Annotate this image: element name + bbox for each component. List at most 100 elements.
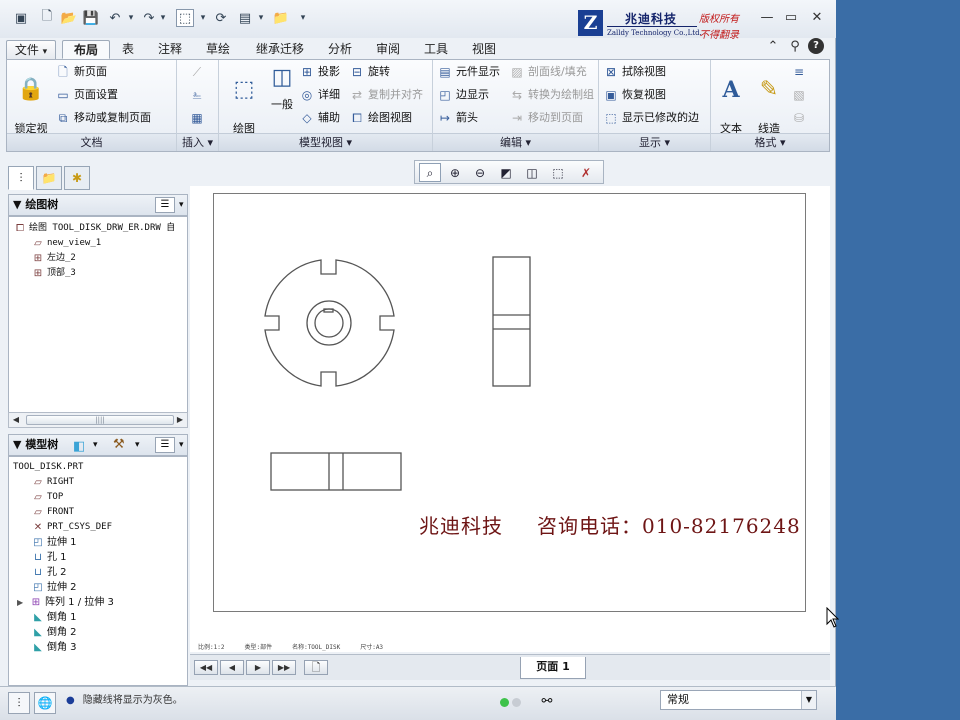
select-dropdown-icon[interactable]: ▾ — [200, 9, 206, 27]
repaint-icon[interactable]: ◩ — [495, 163, 517, 182]
close-icon[interactable]: ✕ — [808, 9, 826, 27]
insert-line-button[interactable]: ⟋ — [189, 62, 208, 82]
display-style-icon[interactable]: ◫ — [521, 163, 543, 182]
drawing-tree-scrollbar[interactable]: ◀ |||| ▶ — [8, 412, 188, 428]
minimize-icon[interactable]: — — [758, 9, 776, 27]
tree-item[interactable]: ◣ 倒角 1 — [31, 610, 76, 625]
group-insert-label[interactable]: 插入 ▾ — [177, 133, 218, 151]
tools-dropdown-icon[interactable]: ▾ — [135, 435, 140, 455]
tree-item[interactable]: ▱ TOP — [31, 490, 63, 505]
tree-item[interactable]: ▱ FRONT — [31, 505, 74, 520]
tab-sketch[interactable]: 草绘 — [196, 40, 240, 59]
general-view-button[interactable]: ◫ 一般 — [263, 62, 301, 111]
tab-review[interactable]: 审阅 — [366, 40, 410, 59]
toggle-navigator-icon[interactable]: ⫶ — [8, 692, 30, 714]
tree-tab-icon[interactable]: ⫶ — [8, 166, 34, 190]
scroll-thumb[interactable]: |||| — [26, 415, 174, 425]
left-view[interactable] — [492, 256, 531, 387]
symbol-button[interactable]: ⛁ — [791, 108, 810, 128]
regenerate-icon[interactable]: ⟳ — [212, 9, 230, 27]
redo-dropdown-icon[interactable]: ▾ — [160, 9, 166, 27]
select-box-icon[interactable]: ⬚ — [176, 9, 194, 27]
auxiliary-view-button[interactable]: ◇ 辅助 — [299, 108, 340, 128]
page-tab[interactable]: 页面 1 — [520, 657, 586, 679]
copy-align-button[interactable]: ⇄ 复制并对齐 — [349, 85, 423, 105]
group-edit-label[interactable]: 编辑 ▾ — [433, 133, 598, 151]
group-display-label[interactable]: 显示 ▾ — [599, 133, 710, 151]
tree-item[interactable]: ▶ ⊞ 阵列 1 / 拉伸 3 — [17, 595, 114, 610]
tree-item[interactable]: ▱ new_view_1 — [31, 236, 101, 251]
tree-settings-icon[interactable]: ☰ — [155, 197, 175, 213]
graphics-area[interactable]: 兆迪科技 咨询电话：010-82176248 比例:1:2 类型:部件 名称:TOOL… — [190, 186, 840, 652]
save-icon[interactable]: 💾 — [82, 9, 100, 27]
scroll-left-icon[interactable]: ◀ — [9, 413, 23, 427]
arrow-button[interactable]: ↦ 箭头 — [437, 108, 478, 128]
collapse-drawing-tree-icon[interactable]: ▼ — [13, 198, 21, 211]
tree-item[interactable]: ⊔ 孔 2 — [31, 565, 66, 580]
drawing-sheet[interactable] — [213, 193, 806, 612]
page-setup-button[interactable]: ▭ 页面设置 — [55, 85, 118, 105]
add-page-icon[interactable]: 🗋 — [304, 660, 328, 675]
next-page-button[interactable]: ▶ — [246, 660, 270, 675]
customize-toolbar-icon[interactable]: ▾ — [300, 9, 306, 27]
open-folder-icon[interactable]: 📂 — [60, 9, 78, 27]
first-page-button[interactable]: ◀◀ — [194, 660, 218, 675]
close-window-icon[interactable]: 📁 — [272, 9, 290, 27]
redo-icon[interactable]: ↷ — [140, 9, 158, 27]
browser-icon[interactable]: 🌐 — [34, 692, 56, 714]
edge-display-button[interactable]: ◰ 边显示 — [437, 85, 489, 105]
group-model-views-label[interactable]: 模型视图 ▾ — [219, 133, 432, 151]
tab-legacy-migration[interactable]: 继承迁移 — [244, 40, 316, 59]
line-weight-button[interactable]: ≡ — [791, 62, 810, 82]
show-modified-edges-button[interactable]: ⬚ 显示已修改的边 — [603, 108, 699, 128]
group-format-label[interactable]: 格式 ▾ — [711, 133, 829, 151]
tab-analysis[interactable]: 分析 — [318, 40, 362, 59]
model-tree-settings-icon[interactable]: ☰ — [155, 437, 175, 453]
tab-file[interactable]: 文件 ▾ — [6, 40, 56, 59]
folder-browser-tab-icon[interactable]: 📁 — [36, 166, 62, 190]
tab-view[interactable]: 视图 — [462, 40, 506, 59]
collapse-model-tree-icon[interactable]: ▼ — [13, 438, 21, 451]
find-icon[interactable]: ⚯ — [536, 692, 558, 714]
favorites-tab-icon[interactable]: ✱ — [64, 166, 90, 190]
help-icon[interactable]: ? — [808, 38, 824, 54]
new-file-icon[interactable]: 🗋 — [38, 9, 56, 27]
tab-layout[interactable]: 布局 — [62, 40, 110, 59]
tree-item[interactable]: ◣ 倒角 3 — [31, 640, 76, 655]
minimize-ribbon-icon[interactable]: ⌃ — [764, 38, 782, 56]
zoom-in-icon[interactable]: ⊕ — [444, 163, 466, 182]
model-display-icon[interactable]: ◧ — [73, 437, 85, 457]
erase-view-button[interactable]: ⊠ 拭除视图 — [603, 62, 666, 82]
tab-tools[interactable]: 工具 — [414, 40, 458, 59]
last-page-button[interactable]: ▶▶ — [272, 660, 296, 675]
previous-page-button[interactable]: ◀ — [220, 660, 244, 675]
tab-annotate[interactable]: 注释 — [148, 40, 192, 59]
tab-table[interactable]: 表 — [112, 40, 144, 59]
projection-button[interactable]: ⊞ 投影 — [299, 62, 340, 82]
tree-item[interactable]: ✕ PRT_CSYS_DEF — [31, 520, 112, 535]
undo-icon[interactable]: ↶ — [106, 9, 124, 27]
front-view[interactable] — [264, 259, 395, 387]
tree-item[interactable]: ▱ RIGHT — [31, 475, 74, 490]
selection-filter[interactable]: 常规 ▼ — [660, 690, 817, 710]
revolve-view-button[interactable]: ⊟ 旋转 — [349, 62, 390, 82]
detail-view-button[interactable]: ◎ 详细 — [299, 85, 340, 105]
insert-object-button[interactable]: ⎁ — [189, 85, 208, 105]
annotation-display-icon[interactable]: ✗ — [575, 163, 597, 182]
convert-group-button[interactable]: ⇆ 转换为绘制组 — [509, 85, 594, 105]
drawing-view-button[interactable]: ⧠ 绘图视图 — [349, 108, 412, 128]
restore-view-button[interactable]: ▣ 恢复视图 — [603, 85, 666, 105]
tree-item[interactable]: ⊞ 左边_2 — [31, 251, 76, 266]
datum-display-icon[interactable]: ⬚ — [547, 163, 569, 182]
hammer-tools-icon[interactable]: ⚒ — [113, 435, 125, 455]
hatch-pattern-button[interactable]: ▧ — [791, 85, 810, 105]
new-page-button[interactable]: 🗋 新页面 — [55, 62, 107, 82]
tree-item[interactable]: ⊞ 顶部_3 — [31, 266, 76, 281]
section-hatch-button[interactable]: ▨ 剖面线/填充 — [509, 62, 586, 82]
undo-dropdown-icon[interactable]: ▾ — [128, 9, 134, 27]
tree-item[interactable]: ◣ 倒角 2 — [31, 625, 76, 640]
move-to-page-button[interactable]: ⇥ 移动到页面 — [509, 108, 583, 128]
refit-icon[interactable]: ⌕ — [419, 163, 441, 182]
filter-dropdown-icon[interactable]: ▼ — [801, 691, 816, 709]
tree-item[interactable]: ⧠ 绘图 TOOL_DISK_DRW_ER.DRW 自 — [13, 221, 175, 236]
